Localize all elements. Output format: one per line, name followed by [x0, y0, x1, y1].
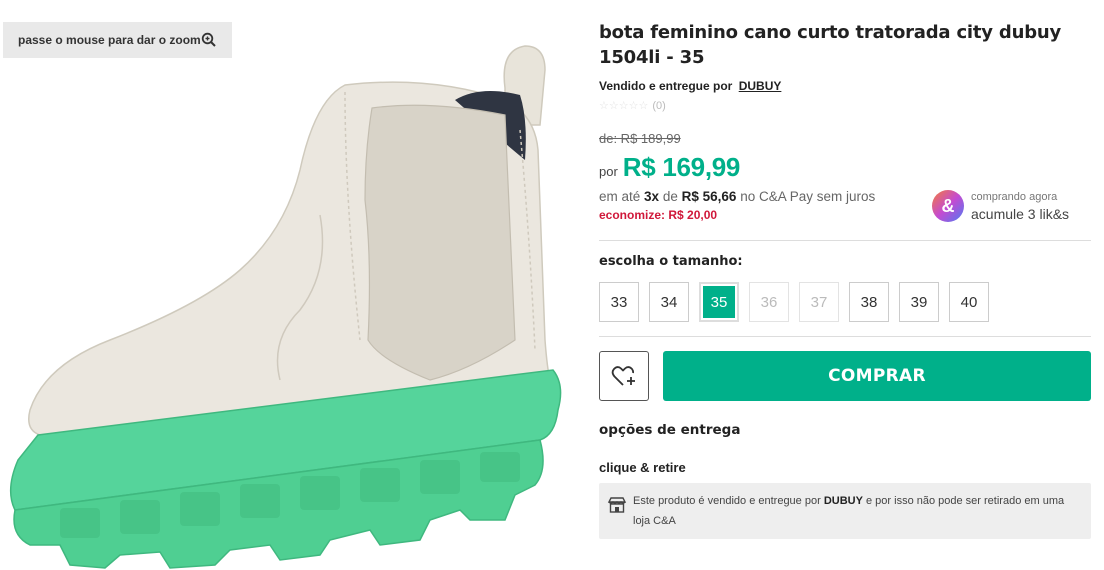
size-option-35[interactable]: 35: [699, 282, 739, 322]
zoom-hint-text: passe o mouse para dar o zoom: [18, 33, 201, 47]
notice-prefix: Este produto é vendido e entregue por: [633, 495, 821, 507]
installments-value: R$ 56,66: [681, 189, 737, 204]
product-rating[interactable]: ☆☆☆☆☆ (0): [599, 99, 1091, 113]
installments-suffix: no C&A Pay sem juros: [740, 189, 876, 204]
size-selector: 33 34 35 36 37 38 39 40: [599, 282, 1091, 322]
seller-link[interactable]: DUBUY: [739, 79, 782, 93]
size-option-36: 36: [749, 282, 789, 322]
size-option-40[interactable]: 40: [949, 282, 989, 322]
installments-prefix: em até: [599, 189, 641, 204]
pickup-notice-text: Este produto é vendido e entregue por DU…: [633, 491, 1081, 531]
product-title: bota feminino cano curto tratorada city …: [599, 22, 1062, 68]
size-option-37: 37: [799, 282, 839, 322]
seller-line: Vendido e entregue por DUBUY: [599, 79, 1091, 93]
size-option-33[interactable]: 33: [599, 282, 639, 322]
cashback-line1: comprando agora: [971, 191, 1058, 203]
product-page: passe o mouse para dar o zoom bota femin…: [0, 0, 1104, 570]
size-option-35-label: 35: [703, 286, 735, 318]
size-label: escolha o tamanho:: [599, 254, 743, 269]
size-option-39[interactable]: 39: [899, 282, 939, 322]
heart-plus-icon: [611, 366, 635, 386]
product-image[interactable]: [0, 40, 590, 570]
delivery-options-title: opções de entrega: [599, 422, 741, 438]
product-gallery[interactable]: passe o mouse para dar o zoom: [0, 0, 590, 570]
store-icon: [607, 497, 627, 513]
old-price: de: R$ 189,99: [599, 131, 681, 146]
divider: [599, 240, 1091, 241]
price-block: de: R$ 189,99 por R$ 169,99 em até 3x de…: [599, 131, 1091, 222]
cashback-badge: & comprando agora acumule 3 lik&s: [932, 189, 1069, 223]
notice-seller: DUBUY: [823, 495, 863, 507]
product-info: bota feminino cano curto tratorada city …: [599, 20, 1091, 539]
zoom-in-icon: [201, 32, 216, 47]
wishlist-button[interactable]: [599, 351, 649, 401]
seller-prefix: Vendido e entregue por: [599, 79, 733, 93]
installments-de: de: [662, 189, 678, 204]
price-por-label: por: [599, 164, 618, 179]
size-option-38[interactable]: 38: [849, 282, 889, 322]
zoom-hint: passe o mouse para dar o zoom: [3, 22, 232, 58]
rating-count: (0): [652, 99, 666, 112]
divider: [599, 336, 1091, 337]
size-option-34[interactable]: 34: [649, 282, 689, 322]
cashback-line2: acumule 3 lik&s: [971, 206, 1070, 222]
likes-logo-icon: &: [932, 190, 964, 222]
current-price: R$ 169,99: [622, 152, 741, 182]
pickup-notice: Este produto é vendido e entregue por DU…: [599, 483, 1091, 539]
current-price-row: por R$ 169,99: [599, 152, 1091, 183]
rating-stars: ☆☆☆☆☆: [599, 100, 649, 112]
buy-button[interactable]: COMPRAR: [663, 351, 1091, 401]
buy-row: COMPRAR: [599, 351, 1091, 401]
installments-count: 3x: [644, 189, 660, 204]
pickup-title: clique & retire: [599, 460, 686, 475]
